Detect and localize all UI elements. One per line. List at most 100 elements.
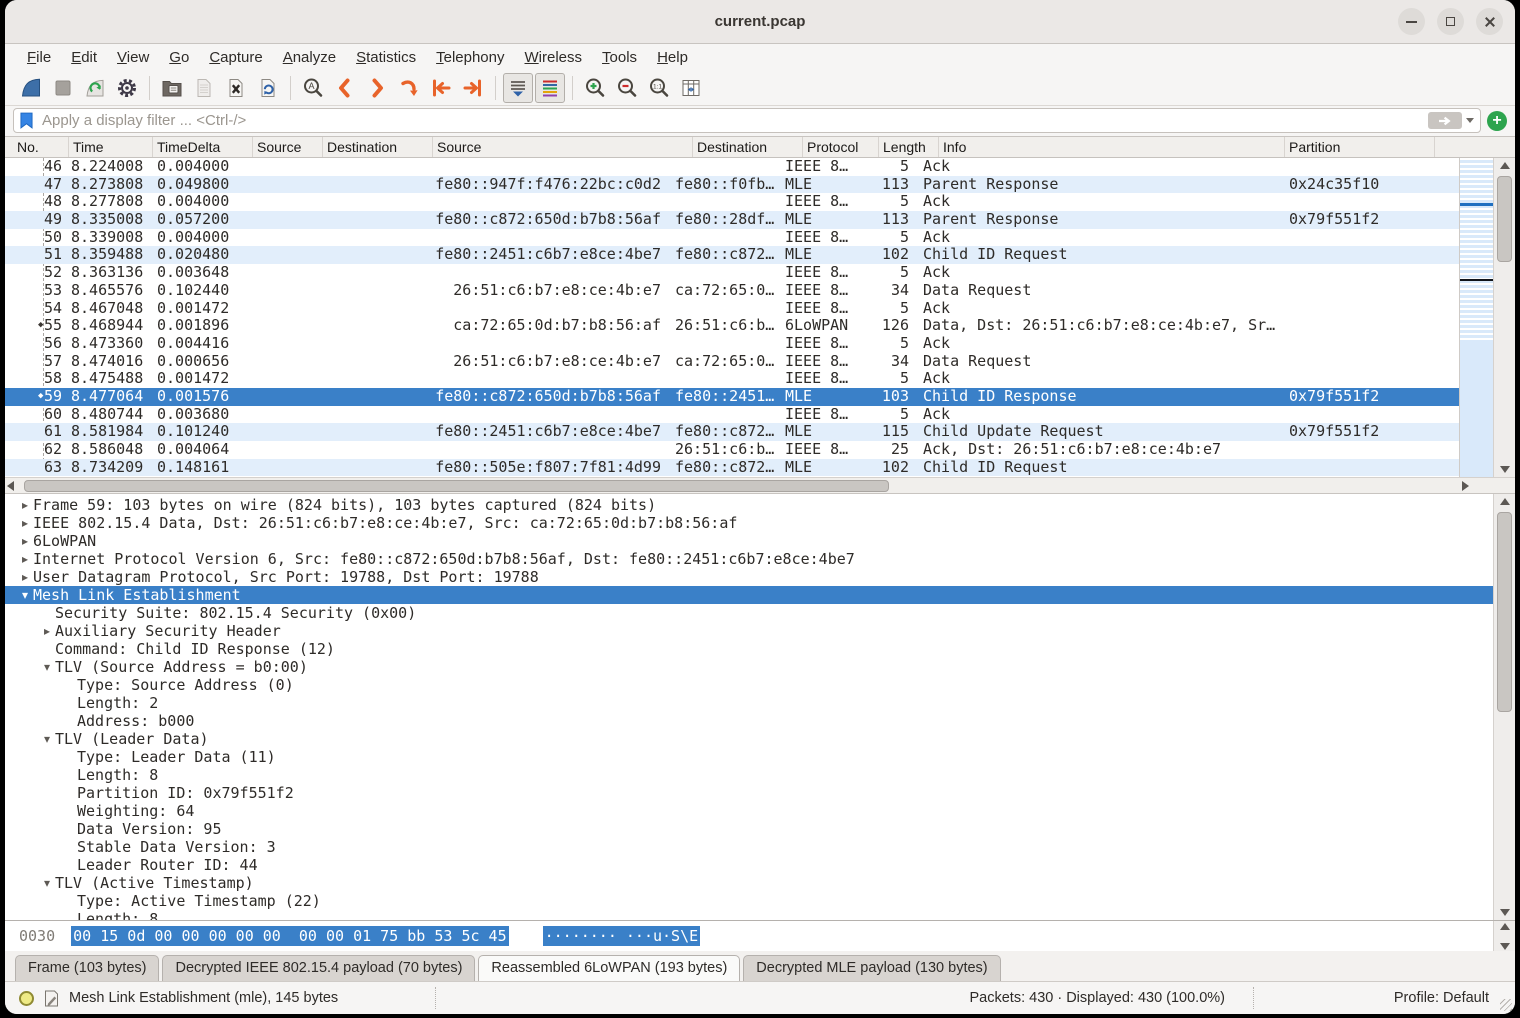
menu-help[interactable]: Help	[647, 47, 698, 68]
add-filter-button[interactable]: +	[1487, 111, 1507, 131]
reload-file-button[interactable]	[253, 73, 283, 103]
details-scroll-up-arrow[interactable]	[1500, 498, 1510, 505]
hscroll-track[interactable]	[14, 480, 1455, 492]
menu-view[interactable]: View	[107, 47, 159, 68]
collapse-arrow-icon[interactable]: ▾	[39, 730, 55, 748]
start-capture-button[interactable]	[16, 73, 46, 103]
packet-row-62[interactable]: 628.5860480.00406426:51:c6:b…IEEE 8…25Ac…	[5, 441, 1459, 459]
expand-arrow-icon[interactable]: ▸	[17, 568, 33, 586]
detail-line[interactable]: Data Version: 95	[5, 820, 1493, 838]
collapse-arrow-icon[interactable]: ▾	[17, 586, 33, 604]
scroll-up-arrow[interactable]	[1500, 162, 1510, 169]
hex-bytes-selected[interactable]: 00 15 0d 00 00 00 00 00 00 00 01 75 bb 5…	[71, 926, 508, 946]
detail-line[interactable]: Type: Leader Data (11)	[5, 748, 1493, 766]
packet-row-57[interactable]: 578.4740160.00065626:51:c6:b7:e8:ce:4b:e…	[5, 353, 1459, 371]
detail-line[interactable]: ▸6LoWPAN	[5, 532, 1493, 550]
find-packet-button[interactable]: A	[298, 73, 328, 103]
packet-row-59[interactable]: ◆598.4770640.001576fe80::c872:650d:b7b8:…	[5, 388, 1459, 406]
column-header-time[interactable]: Time	[69, 137, 153, 157]
auto-scroll-button[interactable]	[503, 73, 533, 103]
detail-line[interactable]: ▸Auxiliary Security Header	[5, 622, 1493, 640]
bytes-vscrollbar[interactable]	[1493, 921, 1515, 951]
packet-row-48[interactable]: 488.2778080.004000IEEE 8…5Ack	[5, 193, 1459, 211]
detail-line[interactable]: Type: Active Timestamp (22)	[5, 892, 1493, 910]
detail-line[interactable]: Partition ID: 0x79f551f2	[5, 784, 1493, 802]
packet-row-46[interactable]: 468.2240080.004000IEEE 8…5Ack	[5, 158, 1459, 176]
detail-line[interactable]: ▸Internet Protocol Version 6, Src: fe80:…	[5, 550, 1493, 568]
zoom-in-button[interactable]	[580, 73, 610, 103]
detail-line[interactable]: Command: Child ID Response (12)	[5, 640, 1493, 658]
titlebar[interactable]: current.pcap	[5, 0, 1515, 44]
expand-arrow-icon[interactable]: ▸	[17, 514, 33, 532]
bookmark-icon[interactable]	[20, 112, 33, 129]
scroll-left-arrow[interactable]	[7, 481, 14, 491]
detail-line[interactable]: Security Suite: 802.15.4 Security (0x00)	[5, 604, 1493, 622]
menu-statistics[interactable]: Statistics	[346, 47, 426, 68]
maximize-button[interactable]	[1437, 8, 1464, 35]
column-header-destination[interactable]: Destination	[323, 137, 433, 157]
packet-row-58[interactable]: 588.4754880.001472IEEE 8…5Ack	[5, 370, 1459, 388]
last-packet-button[interactable]	[458, 73, 488, 103]
status-profile[interactable]: Profile: Default	[1253, 987, 1515, 1009]
packet-row-60[interactable]: 608.4807440.003680IEEE 8…5Ack	[5, 406, 1459, 424]
detail-line[interactable]: ▸Frame 59: 103 bytes on wire (824 bits),…	[5, 496, 1493, 514]
hscroll-thumb[interactable]	[24, 480, 889, 492]
go-back-button[interactable]	[330, 73, 360, 103]
menu-capture[interactable]: Capture	[199, 47, 272, 68]
scroll-right-arrow[interactable]	[1462, 481, 1469, 491]
bytes-scroll-down-arrow[interactable]	[1500, 943, 1510, 950]
column-header-source[interactable]: Source	[253, 137, 323, 157]
packet-row-47[interactable]: 478.2738080.049800fe80::947f:f476:22bc:c…	[5, 176, 1459, 194]
column-header-length[interactable]: Length	[879, 137, 939, 157]
detail-line[interactable]: ▾TLV (Source Address = b0:00)	[5, 658, 1493, 676]
menu-analyze[interactable]: Analyze	[273, 47, 346, 68]
packet-row-56[interactable]: 568.4733600.004416IEEE 8…5Ack	[5, 335, 1459, 353]
details-scroll-down-arrow[interactable]	[1500, 909, 1510, 916]
detail-line[interactable]: ▸IEEE 802.15.4 Data, Dst: 26:51:c6:b7:e8…	[5, 514, 1493, 532]
bytes-scroll-up-arrow[interactable]	[1500, 923, 1510, 930]
detail-line[interactable]: ▾TLV (Leader Data)	[5, 730, 1493, 748]
column-header-no[interactable]: No.	[5, 137, 69, 157]
colorize-button[interactable]	[535, 73, 565, 103]
packet-row-55[interactable]: ◆558.4689440.001896ca:72:65:0d:b7:b8:56:…	[5, 317, 1459, 335]
menu-tools[interactable]: Tools	[592, 47, 647, 68]
detail-line[interactable]: Length: 2	[5, 694, 1493, 712]
close-file-button[interactable]	[221, 73, 251, 103]
menu-edit[interactable]: Edit	[61, 47, 107, 68]
intelligent-scrollbar-minimap[interactable]	[1459, 158, 1493, 477]
detail-line[interactable]: Weighting: 64	[5, 802, 1493, 820]
display-filter-input[interactable]	[40, 111, 1428, 130]
menu-go[interactable]: Go	[159, 47, 199, 68]
details-scroll-thumb[interactable]	[1497, 512, 1512, 712]
menu-file[interactable]: File	[17, 47, 61, 68]
detail-line[interactable]: Type: Source Address (0)	[5, 676, 1493, 694]
close-button[interactable]	[1476, 8, 1503, 35]
expert-info-icon[interactable]	[19, 991, 34, 1006]
detail-line[interactable]: Stable Data Version: 3	[5, 838, 1493, 856]
display-filter-box[interactable]	[13, 108, 1481, 133]
minimize-button[interactable]	[1398, 8, 1425, 35]
packet-row-61[interactable]: 618.5819840.101240fe80::2451:c6b7:e8ce:4…	[5, 423, 1459, 441]
menu-wireless[interactable]: Wireless	[515, 47, 593, 68]
packet-row-51[interactable]: 518.3594880.020480fe80::2451:c6b7:e8ce:4…	[5, 246, 1459, 264]
byte-view-tab[interactable]: Decrypted IEEE 802.15.4 payload (70 byte…	[162, 955, 475, 981]
first-packet-button[interactable]	[426, 73, 456, 103]
packet-row-50[interactable]: 508.3390080.004000IEEE 8…5Ack	[5, 229, 1459, 247]
capture-options-button[interactable]	[112, 73, 142, 103]
packet-row-54[interactable]: 548.4670480.001472IEEE 8…5Ack	[5, 300, 1459, 318]
column-header-partition[interactable]: Partition	[1285, 137, 1435, 157]
collapse-arrow-icon[interactable]: ▾	[39, 874, 55, 892]
resize-columns-button[interactable]	[676, 73, 706, 103]
restart-capture-button[interactable]	[80, 73, 110, 103]
packet-bytes-pane[interactable]: 0030 00 15 0d 00 00 00 00 00 00 00 01 75…	[5, 920, 1515, 951]
packet-row-53[interactable]: 538.4655760.10244026:51:c6:b7:e8:ce:4b:e…	[5, 282, 1459, 300]
save-file-button[interactable]	[189, 73, 219, 103]
go-to-packet-button[interactable]	[394, 73, 424, 103]
zoom-out-button[interactable]	[612, 73, 642, 103]
collapse-arrow-icon[interactable]: ▾	[39, 658, 55, 676]
details-vscrollbar[interactable]	[1493, 494, 1515, 920]
expand-arrow-icon[interactable]: ▸	[39, 622, 55, 640]
stop-capture-button[interactable]	[48, 73, 78, 103]
packet-list-scroll-thumb[interactable]	[1497, 176, 1512, 262]
expand-arrow-icon[interactable]: ▸	[17, 532, 33, 550]
